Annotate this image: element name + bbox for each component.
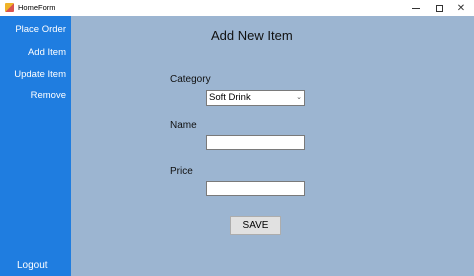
category-selected-value: Soft Drink <box>209 92 251 103</box>
sidebar-item-place-order[interactable]: Place Order <box>15 24 66 35</box>
sidebar-item-add-item[interactable]: Add Item <box>28 47 66 58</box>
page-title: Add New Item <box>211 28 293 43</box>
add-item-panel: Add New Item Category Soft Drink ⌄ Name … <box>71 16 474 276</box>
close-icon: ✕ <box>456 2 466 14</box>
category-label: Category <box>170 74 211 85</box>
maximize-icon <box>435 4 443 12</box>
price-label: Price <box>170 166 193 177</box>
title-bar: HomeForm ✕ <box>0 0 474 16</box>
minimize-icon <box>412 7 420 9</box>
price-field[interactable] <box>206 181 305 196</box>
logout-button[interactable]: Logout <box>17 260 48 271</box>
sidebar-item-update-item[interactable]: Update Item <box>14 69 66 80</box>
name-field[interactable] <box>206 135 305 150</box>
sidebar-item-remove[interactable]: Remove <box>31 90 66 101</box>
chevron-down-icon: ⌄ <box>296 94 302 101</box>
category-select[interactable]: Soft Drink ⌄ <box>206 90 305 106</box>
close-button[interactable]: ✕ <box>446 0 474 16</box>
window-title: HomeForm <box>18 3 56 12</box>
sidebar: Place Order Add Item Update Item Remove … <box>0 16 71 276</box>
save-button[interactable]: SAVE <box>230 216 281 235</box>
app-icon <box>5 3 14 12</box>
name-label: Name <box>170 120 197 131</box>
